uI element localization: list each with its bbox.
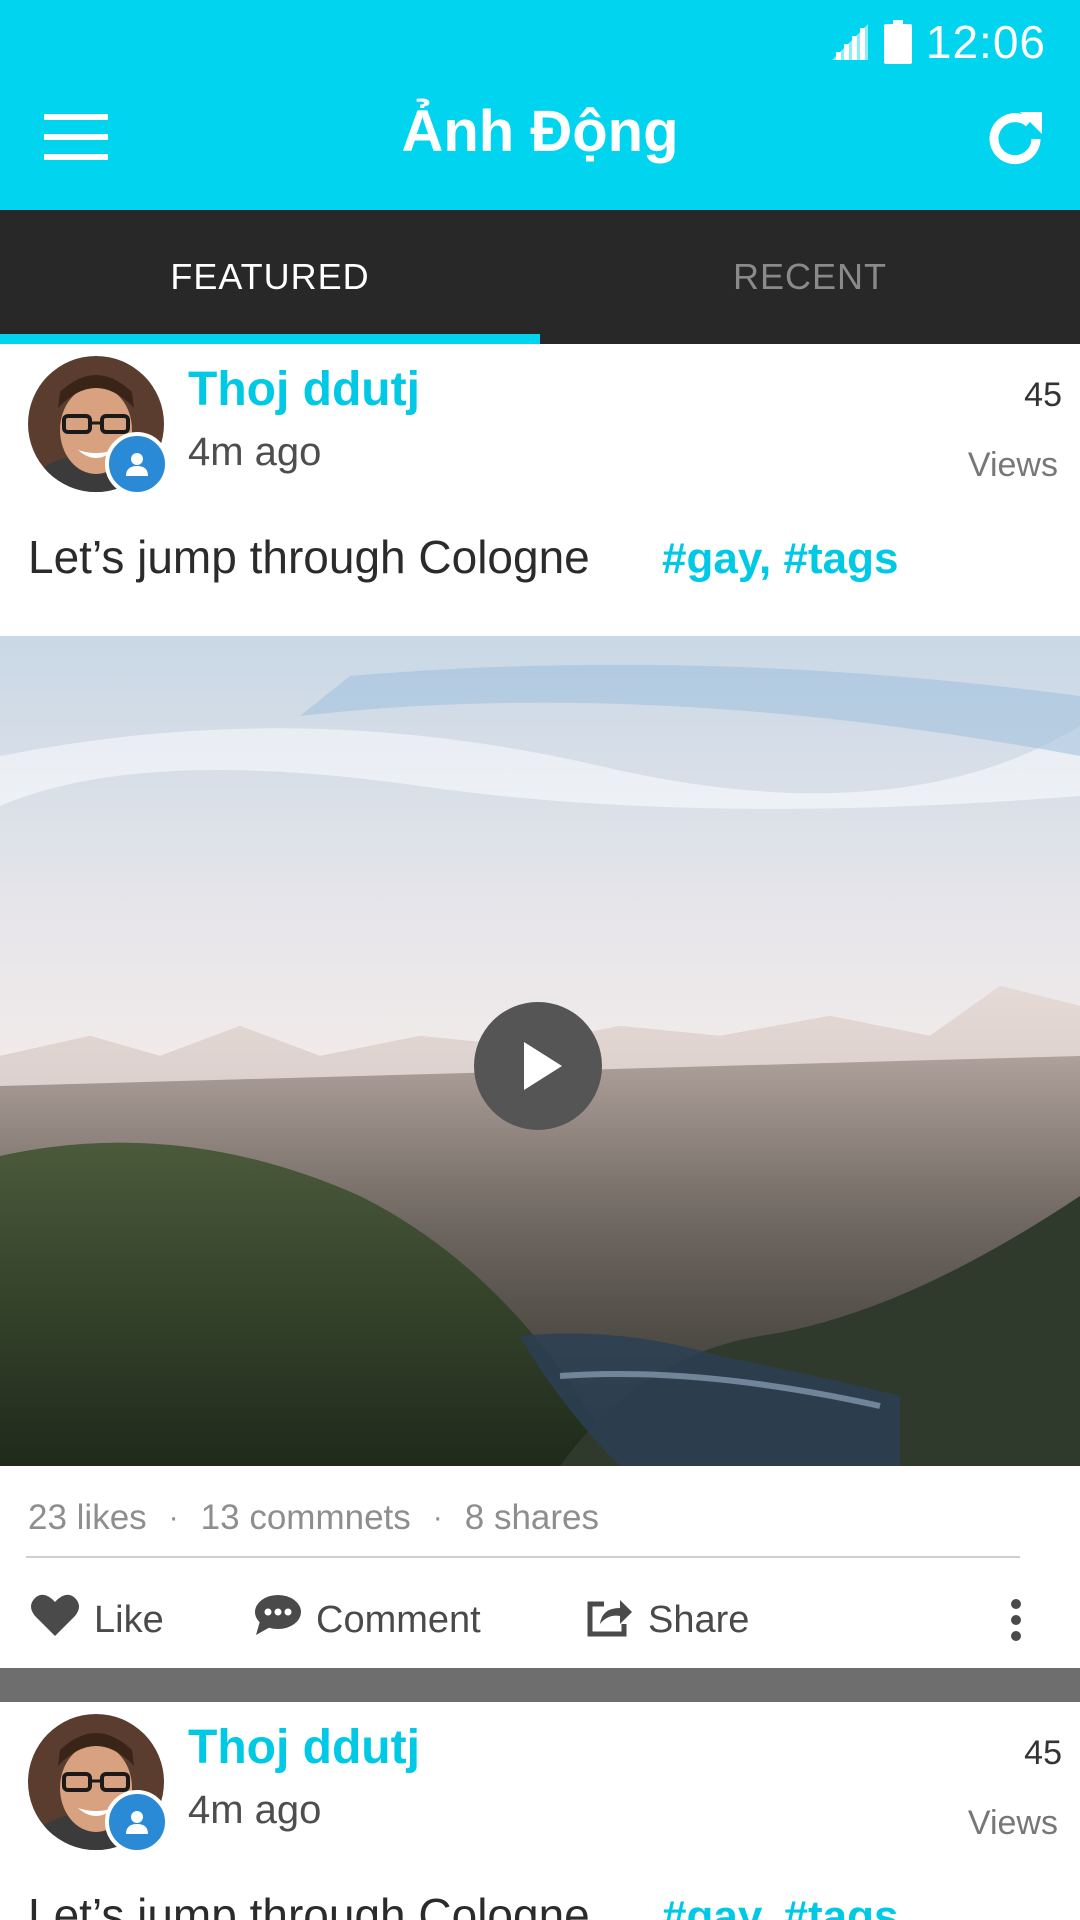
views-label: Views <box>967 446 1058 484</box>
heart-icon <box>30 1592 80 1648</box>
status-bar: 12:06 <box>830 14 1046 70</box>
avatar[interactable] <box>28 1714 169 1854</box>
play-icon[interactable] <box>474 1002 602 1130</box>
post-video-thumbnail[interactable] <box>0 636 1080 1466</box>
views-count: 45 <box>1024 1734 1062 1772</box>
author-name[interactable]: Thoj ddutj <box>188 1720 420 1775</box>
tab-featured[interactable]: FEATURED <box>0 210 540 344</box>
divider <box>26 1556 1020 1558</box>
post-card: Thoj ddutj 4m ago 45 Views Let’s jump th… <box>0 1702 1080 1920</box>
refresh-icon[interactable] <box>980 104 1050 174</box>
views-count: 45 <box>1024 376 1062 414</box>
post-tags[interactable]: #gay, #tags <box>662 1892 898 1920</box>
avatar[interactable] <box>28 356 169 496</box>
post-time: 4m ago <box>188 1788 322 1832</box>
separator-dot: · <box>168 1501 179 1534</box>
app-bar: 12:06 Ảnh Động <box>0 0 1080 210</box>
tab-bar: FEATURED RECENT <box>0 210 1080 344</box>
user-badge-icon <box>105 1790 169 1854</box>
more-options-icon[interactable] <box>996 1570 1036 1670</box>
tab-recent[interactable]: RECENT <box>540 210 1080 344</box>
post-card: Thoj ddutj 4m ago 45 Views Let’s jump th… <box>0 344 1080 1668</box>
author-name[interactable]: Thoj ddutj <box>188 362 420 417</box>
like-label: Like <box>94 1598 164 1641</box>
battery-icon <box>883 20 912 64</box>
share-icon <box>586 1592 634 1648</box>
tab-recent-label: RECENT <box>732 256 887 297</box>
user-badge-icon <box>105 432 169 496</box>
comment-button[interactable]: Comment <box>254 1570 481 1670</box>
post-caption: Let’s jump through Cologne <box>28 1889 590 1920</box>
likes-count: 23 likes <box>28 1498 147 1537</box>
shares-count: 8 shares <box>464 1498 600 1537</box>
signal-icon <box>830 22 870 62</box>
post-time: 4m ago <box>188 430 322 474</box>
comments-count: 13 commnets <box>200 1498 411 1537</box>
share-button[interactable]: Share <box>586 1570 749 1670</box>
comment-label: Comment <box>316 1598 481 1641</box>
post-actions: Like Comment Share <box>0 1570 1080 1670</box>
separator-dot: · <box>432 1501 443 1534</box>
post-caption: Let’s jump through Cologne <box>28 531 590 583</box>
tab-indicator <box>0 334 540 344</box>
page-title: Ảnh Động <box>401 99 679 164</box>
post-stats: 23 likes · 13 commnets · 8 shares <box>28 1498 599 1538</box>
like-button[interactable]: Like <box>30 1570 164 1670</box>
feed-separator <box>0 1668 1080 1702</box>
share-label: Share <box>648 1598 750 1641</box>
comment-icon <box>254 1593 302 1647</box>
views-label: Views <box>967 1804 1058 1842</box>
post-tags[interactable]: #gay, #tags <box>662 534 898 584</box>
status-time: 12:06 <box>925 16 1046 68</box>
tab-featured-label: FEATURED <box>170 256 370 297</box>
